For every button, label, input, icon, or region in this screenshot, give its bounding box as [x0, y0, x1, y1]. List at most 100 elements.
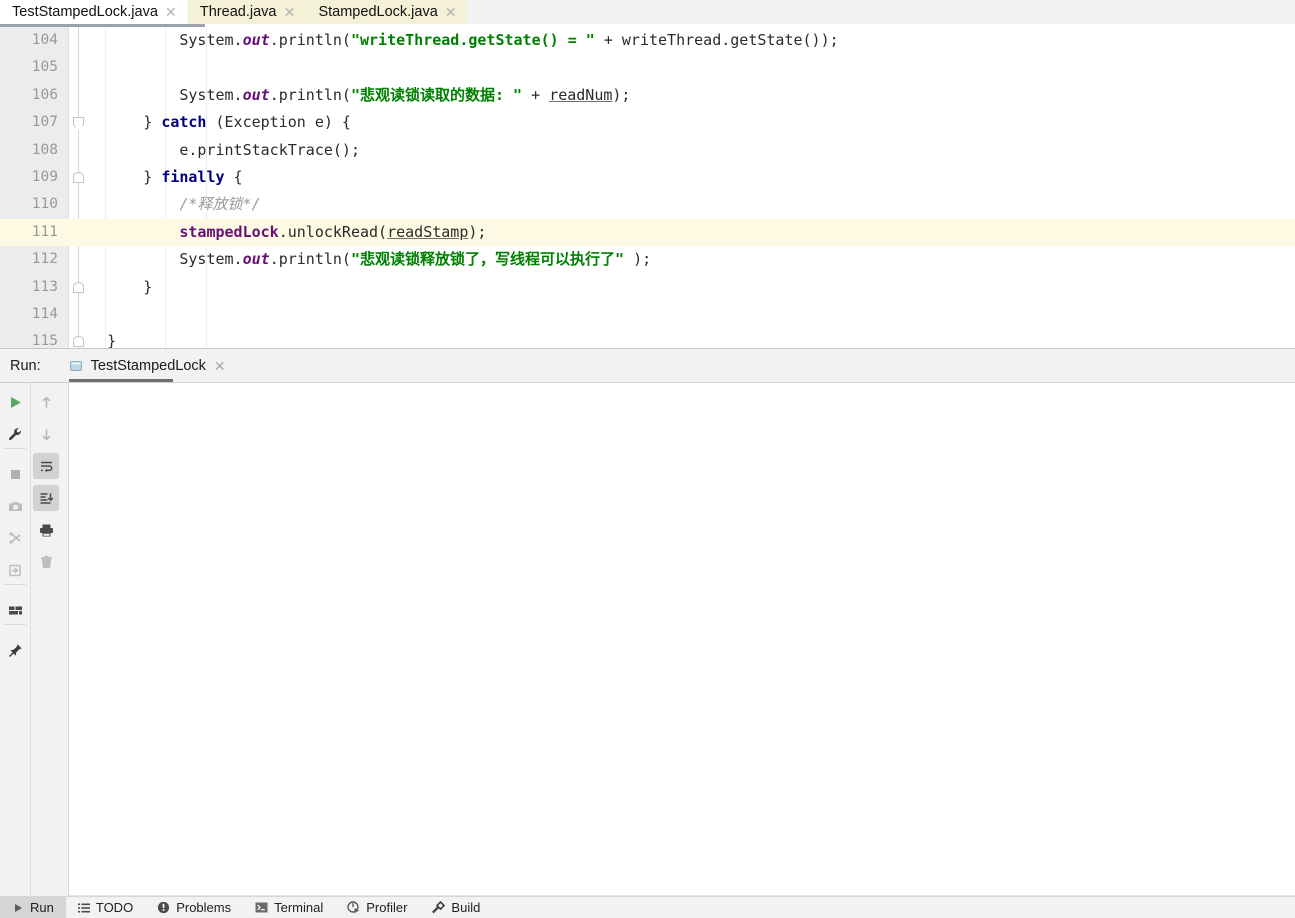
token-plain: .println( — [269, 31, 351, 49]
print-button[interactable] — [33, 517, 59, 543]
token-plain: .println( — [269, 250, 351, 269]
next-occurrence-button[interactable] — [33, 421, 59, 447]
fold-marker-open[interactable] — [73, 117, 84, 132]
fold-marker-end[interactable] — [73, 336, 84, 348]
code-line[interactable]: 113 } — [0, 274, 1295, 301]
toolbar-divider — [4, 624, 26, 625]
rerun-button[interactable] — [2, 389, 28, 415]
editor-tab-thread-java[interactable]: Thread.java ✕ — [187, 0, 306, 24]
run-toolbar-primary[interactable] — [0, 383, 30, 897]
pin-icon — [7, 642, 24, 659]
hammer-icon — [431, 901, 446, 914]
code-text: System.out.println("悲观读锁释放锁了，写线程可以执行了" )… — [71, 246, 651, 273]
token-plain: } — [71, 113, 162, 132]
token-plain: ); — [468, 222, 487, 241]
printer-icon — [38, 522, 55, 539]
pin-tab-button[interactable] — [2, 637, 28, 663]
line-number: 106 — [31, 86, 58, 103]
code-text: System.out.println("悲观读锁读取的数据: " + readN… — [71, 82, 630, 109]
token-plain: ); — [624, 250, 652, 269]
token-kw: catch — [161, 113, 207, 132]
token-var: readStamp — [387, 222, 469, 241]
code-line[interactable]: 110 /*释放锁*/ — [0, 191, 1295, 218]
soft-wrap-button[interactable] — [33, 453, 59, 479]
stop-button[interactable] — [2, 461, 28, 487]
ide-window: TestStampedLock.java ✕ Thread.java ✕ Stamped… — [0, 0, 1295, 918]
import-icon — [7, 562, 24, 579]
play-icon — [12, 902, 24, 914]
code-text: } catch (Exception e) { — [71, 109, 351, 136]
close-icon[interactable]: ✕ — [165, 5, 177, 19]
close-icon[interactable]: ✕ — [445, 5, 457, 19]
fold-marker-end[interactable] — [73, 172, 84, 183]
status-bar-item-label: TODO — [95, 900, 134, 915]
clear-all-button[interactable] — [33, 549, 59, 575]
status-bar-item-label: Profiler — [366, 900, 408, 915]
tab-bar-filler — [466, 0, 1295, 24]
status-bar-item-label: Problems — [176, 900, 232, 915]
code-text: /*释放锁*/ — [71, 191, 260, 218]
line-number: 108 — [31, 141, 58, 158]
trash-icon — [38, 554, 55, 571]
bug-icon — [7, 530, 24, 547]
token-plain: System. — [71, 85, 243, 104]
token-plain: ); — [612, 85, 631, 104]
scroll-end-icon — [38, 490, 55, 507]
code-line[interactable]: 105 — [0, 54, 1295, 81]
line-number: 114 — [31, 305, 58, 322]
code-line[interactable]: 112 System.out.println("悲观读锁释放锁了，写线程可以执行… — [0, 246, 1295, 273]
line-number: 111 — [31, 223, 58, 240]
close-icon[interactable]: ✕ — [283, 5, 296, 19]
editor-tab-stampedlock-java[interactable]: StampedLock.java ✕ — [306, 0, 467, 24]
scroll-to-end-button[interactable] — [33, 485, 59, 511]
fold-marker-end[interactable] — [73, 281, 84, 293]
layout-button[interactable] — [2, 597, 28, 623]
line-number: 110 — [31, 196, 58, 213]
token-kw: finally — [161, 167, 225, 186]
wrench-icon — [7, 426, 24, 443]
play-icon — [7, 394, 24, 411]
edit-configurations-button[interactable] — [2, 421, 28, 447]
debug-button[interactable] — [2, 525, 28, 551]
code-line[interactable]: 104 System.out.println("writeThread.getS… — [0, 27, 1295, 54]
export-button[interactable] — [2, 557, 28, 583]
run-toolbar-secondary[interactable] — [31, 383, 61, 897]
toolbar-divider — [4, 448, 26, 449]
code-line[interactable]: 107 } catch (Exception e) { — [0, 109, 1295, 136]
status-bar-item-problems[interactable]: Problems — [145, 897, 243, 918]
run-configuration-icon — [69, 359, 83, 373]
editor-tab-teststampedlock-java[interactable]: TestStampedLock.java ✕ — [0, 0, 187, 24]
status-bar-item-build[interactable]: Build — [419, 897, 492, 918]
close-icon[interactable]: ✕ — [214, 358, 226, 375]
code-line[interactable]: 106 System.out.println("悲观读锁读取的数据: " + r… — [0, 82, 1295, 109]
code-lines[interactable]: 104 System.out.println("writeThread.getS… — [0, 27, 1295, 348]
line-number: 115 — [31, 333, 58, 348]
console-output[interactable] — [68, 383, 1295, 896]
prev-occurrence-button[interactable] — [33, 389, 59, 415]
status-bar-item-run[interactable]: Run — [0, 896, 66, 918]
status-bar-item-profiler[interactable]: Profiler — [335, 897, 419, 918]
run-configuration-tab[interactable]: TestStampedLock ✕ — [61, 349, 234, 383]
status-bar-item-terminal[interactable]: Terminal — [243, 897, 335, 918]
status-bar-item-todo[interactable]: TODO — [66, 897, 145, 918]
code-line[interactable]: 109 } finally { — [0, 164, 1295, 191]
editor-tab-bar: TestStampedLock.java ✕ Thread.java ✕ Stamped… — [0, 0, 1295, 24]
token-plain: { — [224, 167, 243, 186]
screenshot-button[interactable] — [2, 493, 28, 519]
token-plain: e.printStackTrace(); — [71, 140, 360, 159]
token-plain: System. — [71, 31, 243, 49]
code-editor[interactable]: 104 System.out.println("writeThread.getS… — [0, 27, 1295, 348]
token-fld: stampedLock — [179, 222, 279, 241]
code-line[interactable]: 115 } — [0, 328, 1295, 348]
token-plain: (Exception e) { — [206, 113, 351, 132]
code-line[interactable]: 114 — [0, 301, 1295, 328]
warning-icon — [157, 901, 170, 914]
run-panel-label: Run: — [10, 358, 41, 374]
arrow-up-icon — [38, 394, 55, 411]
token-plain: System. — [71, 250, 243, 269]
token-plain: + writeThread.getState()); — [594, 31, 839, 49]
code-line[interactable]: 111 stampedLock.unlockRead(readStamp); — [0, 218, 1295, 247]
code-text: System.out.println("writeThread.getState… — [71, 27, 839, 54]
status-bar-item-label: Terminal — [274, 900, 324, 915]
code-line[interactable]: 108 e.printStackTrace(); — [0, 137, 1295, 164]
